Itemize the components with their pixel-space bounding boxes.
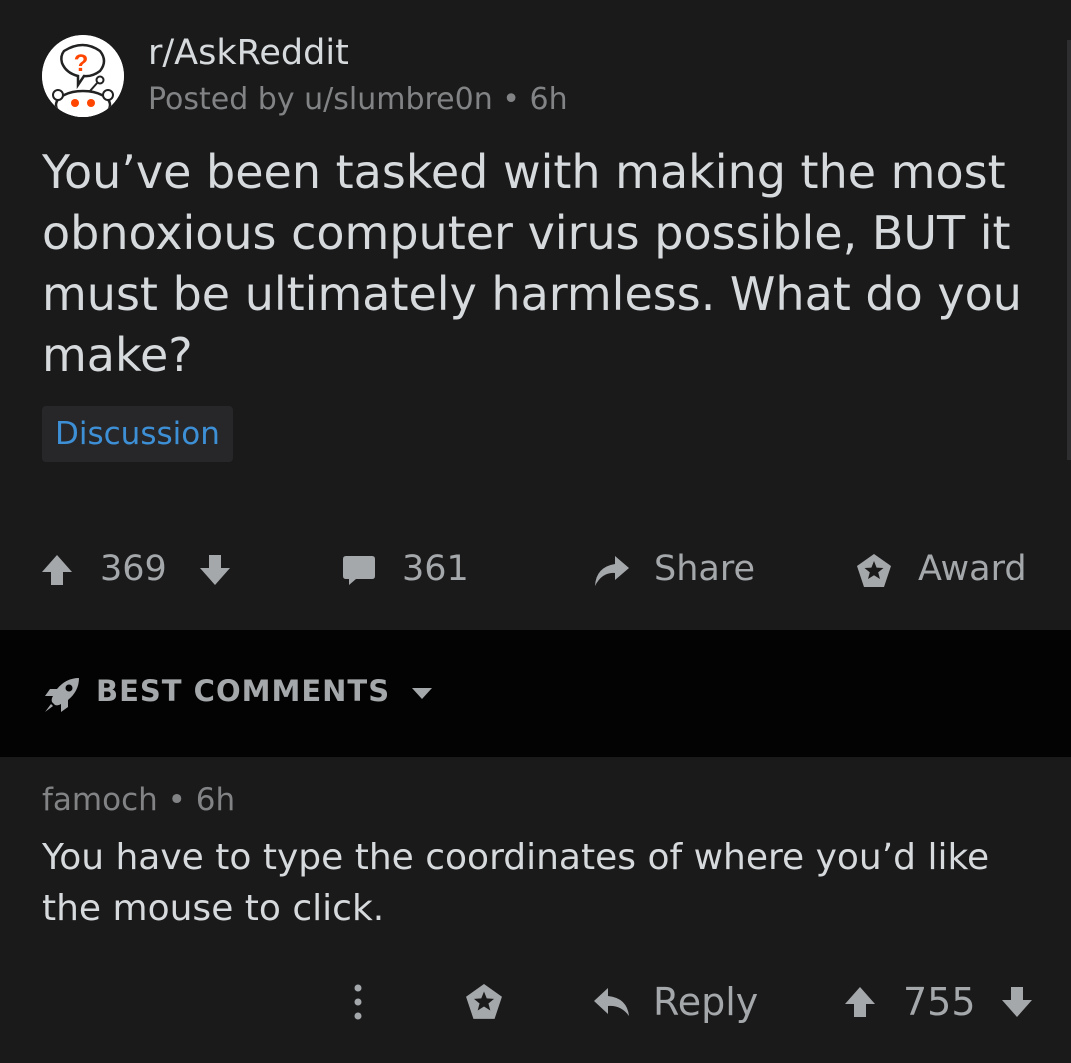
svg-text:?: ? bbox=[74, 50, 89, 77]
award-icon bbox=[857, 554, 891, 587]
award-icon bbox=[466, 984, 502, 1019]
award-label: Award bbox=[918, 549, 1027, 589]
upvote-icon[interactable] bbox=[40, 553, 74, 587]
share-label: Share bbox=[654, 549, 756, 589]
award-button[interactable]: Award bbox=[856, 544, 1041, 594]
comment-score: 755 bbox=[903, 980, 976, 1024]
downvote-icon[interactable] bbox=[198, 553, 232, 587]
downvote-icon[interactable] bbox=[1000, 985, 1034, 1019]
post-title[interactable]: You’ve been tasked with making the most … bbox=[42, 142, 1042, 386]
upvote-icon[interactable] bbox=[843, 985, 877, 1019]
sort-label: BEST COMMENTS bbox=[96, 674, 391, 708]
share-button[interactable]: Share bbox=[592, 544, 767, 594]
askreddit-logo-icon: ? bbox=[42, 35, 124, 117]
comment-icon bbox=[343, 556, 375, 585]
reply-label: Reply bbox=[653, 980, 759, 1024]
rocket-icon bbox=[45, 678, 79, 712]
share-icon bbox=[595, 556, 629, 586]
comment-award-button[interactable] bbox=[465, 976, 505, 1028]
comment-sort-selector[interactable]: BEST COMMENTS bbox=[96, 674, 433, 708]
post-meta[interactable]: Posted by u/slumbre0n • 6h bbox=[148, 82, 568, 117]
post-vote-control: 369 bbox=[40, 544, 235, 594]
reply-icon bbox=[594, 988, 629, 1016]
comments-button[interactable]: 361 bbox=[342, 544, 482, 594]
subreddit-avatar[interactable]: ? bbox=[42, 35, 124, 117]
chevron-down-icon bbox=[412, 688, 433, 699]
comment-more-button[interactable] bbox=[345, 976, 371, 1028]
comments-count: 361 bbox=[402, 549, 469, 589]
scrollbar[interactable] bbox=[1067, 40, 1071, 460]
comment-body[interactable]: You have to type the coordinates of wher… bbox=[42, 832, 1042, 934]
reply-button[interactable]: Reply bbox=[593, 976, 773, 1028]
more-options-icon bbox=[354, 984, 362, 1020]
subreddit-name[interactable]: r/AskReddit bbox=[148, 33, 349, 73]
post-flair[interactable]: Discussion bbox=[42, 406, 233, 462]
comment-meta[interactable]: famoch • 6h bbox=[42, 782, 235, 818]
comment-vote-control: 755 bbox=[843, 976, 1038, 1028]
post-score: 369 bbox=[100, 549, 167, 589]
